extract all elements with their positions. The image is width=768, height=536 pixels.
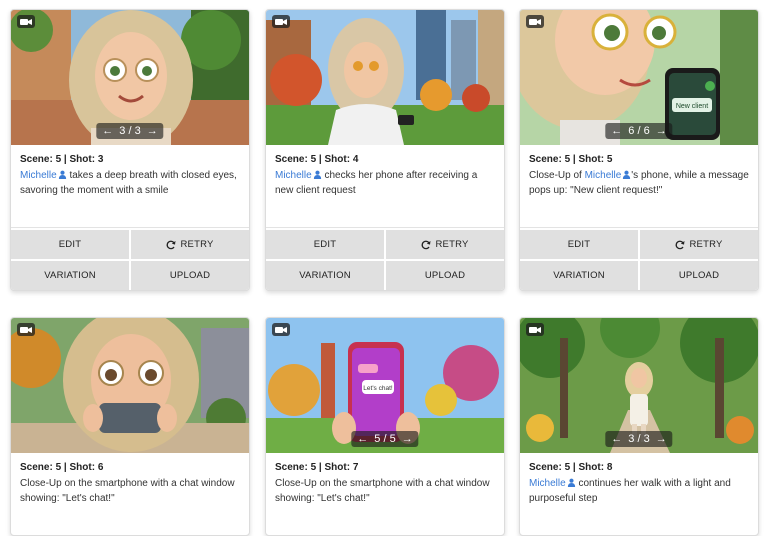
shot-meta: Scene: 5 | Shot: 6: [20, 462, 104, 473]
refresh-icon: [422, 240, 431, 249]
prev-arrow-icon[interactable]: ←: [102, 125, 113, 137]
shot-thumbnail[interactable]: New client ← 6 / 6 →: [520, 10, 758, 145]
character-link[interactable]: Michelle: [20, 170, 57, 181]
shot-card: ← 3 / 3 → Scene: 5 | Shot: 3 Michelle ta…: [10, 9, 250, 291]
video-camera-icon: [17, 323, 35, 336]
person-icon: [623, 170, 631, 179]
shot-image: [11, 318, 249, 453]
character-link[interactable]: Michelle: [275, 170, 312, 181]
shot-meta: Scene: 5 | Shot: 4: [275, 154, 359, 165]
variation-button[interactable]: VARIATION: [520, 261, 638, 290]
person-icon: [313, 170, 321, 179]
video-camera-icon: [17, 15, 35, 28]
pager-count: 6 / 6: [628, 125, 650, 137]
variation-button[interactable]: VARIATION: [266, 261, 384, 290]
edit-button[interactable]: EDIT: [11, 230, 129, 259]
image-pager: ← 5 / 5 →: [351, 431, 419, 447]
shot-card: New client ← 6 / 6 → Scene: 5 | Shot: 5 …: [519, 9, 759, 291]
shot-card: Scene: 5 | Shot: 4 Michelle checks her p…: [265, 9, 505, 291]
shot-meta: Scene: 5 | Shot: 5: [529, 154, 613, 165]
shot-description: Michelle continues her walk with a light…: [529, 478, 731, 504]
phone-message: New client: [676, 103, 708, 110]
image-pager: ← 3 / 3 →: [96, 123, 164, 139]
shot-thumbnail[interactable]: ← 3 / 3 →: [520, 318, 758, 453]
next-arrow-icon[interactable]: →: [656, 125, 667, 137]
image-pager: ← 6 / 6 →: [605, 123, 673, 139]
character-link[interactable]: Michelle: [529, 478, 566, 489]
next-arrow-icon[interactable]: →: [402, 433, 413, 445]
shot-thumbnail[interactable]: [11, 318, 249, 453]
character-link[interactable]: Michelle: [585, 170, 622, 181]
shot-meta: Scene: 5 | Shot: 8: [529, 462, 613, 473]
phone-message: Let's chat!: [363, 385, 393, 392]
shot-thumbnail[interactable]: Let's chat! ← 5 / 5 →: [266, 318, 504, 453]
retry-button[interactable]: RETRY: [386, 230, 504, 259]
shot-description: Close-Up on the smartphone with a chat w…: [20, 478, 235, 504]
next-arrow-icon[interactable]: →: [147, 125, 158, 137]
shot-card: Scene: 5 | Shot: 6 Close-Up on the smart…: [10, 317, 250, 536]
prev-arrow-icon[interactable]: ←: [611, 433, 622, 445]
pager-count: 3 / 3: [119, 125, 141, 137]
shot-meta: Scene: 5 | Shot: 3: [20, 154, 104, 165]
shot-card: ← 3 / 3 → Scene: 5 | Shot: 8 Michelle co…: [519, 317, 759, 536]
upload-button[interactable]: UPLOAD: [386, 261, 504, 290]
upload-button[interactable]: UPLOAD: [131, 261, 249, 290]
shot-description: Michelle checks her phone after receivin…: [275, 170, 478, 196]
shot-description: Michelle takes a deep breath with closed…: [20, 170, 237, 196]
prev-arrow-icon[interactable]: ←: [357, 433, 368, 445]
pager-count: 3 / 3: [628, 433, 650, 445]
video-camera-icon: [526, 323, 544, 336]
refresh-icon: [676, 240, 685, 249]
next-arrow-icon[interactable]: →: [656, 433, 667, 445]
shot-description: Close-Up on the smartphone with a chat w…: [275, 478, 490, 504]
pager-count: 5 / 5: [374, 433, 396, 445]
shot-card: Let's chat! ← 5 / 5 → Scene: 5 | Shot: 7…: [265, 317, 505, 536]
image-pager: ← 3 / 3 →: [605, 431, 673, 447]
video-camera-icon: [272, 323, 290, 336]
retry-button[interactable]: RETRY: [640, 230, 758, 259]
video-camera-icon: [272, 15, 290, 28]
variation-button[interactable]: VARIATION: [11, 261, 129, 290]
shot-meta: Scene: 5 | Shot: 7: [275, 462, 359, 473]
prev-arrow-icon[interactable]: ←: [611, 125, 622, 137]
refresh-icon: [167, 240, 176, 249]
person-icon: [567, 478, 575, 487]
shot-thumbnail[interactable]: ← 3 / 3 →: [11, 10, 249, 145]
retry-button[interactable]: RETRY: [131, 230, 249, 259]
shot-description: Close-Up of Michelle's phone, while a me…: [529, 170, 749, 196]
shot-thumbnail[interactable]: [266, 10, 504, 145]
shot-image: [266, 10, 504, 145]
video-camera-icon: [526, 15, 544, 28]
upload-button[interactable]: UPLOAD: [640, 261, 758, 290]
edit-button[interactable]: EDIT: [520, 230, 638, 259]
person-icon: [58, 170, 66, 179]
edit-button[interactable]: EDIT: [266, 230, 384, 259]
